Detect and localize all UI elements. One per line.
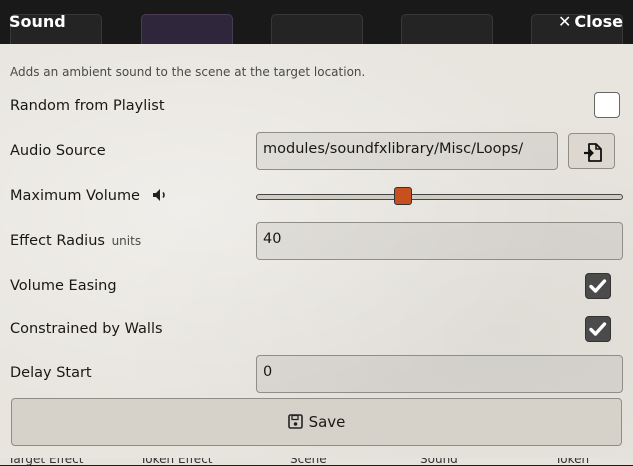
file-picker-button[interactable] — [568, 133, 615, 169]
volume-easing-checkbox[interactable] — [585, 273, 611, 299]
close-button[interactable]: ✕ Close — [558, 12, 623, 31]
checkmark-icon — [589, 279, 607, 293]
window-titlebar[interactable]: Sound ✕ Close — [0, 0, 633, 44]
save-button[interactable]: Save — [11, 398, 622, 446]
sound-form: Adds an ambient sound to the scene at th… — [0, 44, 633, 458]
delay-start-label: Delay Start — [10, 365, 92, 381]
form-hint: Adds an ambient sound to the scene at th… — [10, 65, 366, 79]
close-icon: ✕ — [558, 12, 572, 31]
close-label: Close — [574, 12, 623, 31]
delay-start-input[interactable]: 0 — [256, 355, 623, 393]
window-title: Sound — [9, 12, 66, 31]
effect-radius-units: units — [111, 234, 142, 248]
constrained-walls-label: Constrained by Walls — [10, 321, 163, 337]
maximum-volume-text: Maximum Volume — [10, 188, 140, 204]
save-icon — [287, 414, 303, 429]
volume-slider-track[interactable] — [256, 194, 623, 200]
volume-slider-handle[interactable] — [393, 187, 412, 205]
audio-source-input[interactable]: modules/soundfxlibrary/Misc/Loops/ — [256, 132, 558, 170]
effect-radius-text: Effect Radius — [10, 233, 105, 249]
constrained-walls-checkbox[interactable] — [585, 316, 611, 342]
volume-easing-label: Volume Easing — [10, 278, 117, 294]
effect-radius-input[interactable]: 40 — [256, 222, 623, 260]
maximum-volume-label: Maximum Volume — [10, 188, 168, 204]
checkmark-icon — [589, 322, 607, 336]
volume-icon — [152, 189, 165, 201]
sound-config-window: Sound ✕ Close Adds an ambient sound to th… — [0, 0, 633, 458]
audio-source-label: Audio Source — [10, 143, 106, 159]
random-playlist-checkbox[interactable] — [594, 92, 620, 118]
random-playlist-label: Random from Playlist — [10, 98, 165, 114]
save-label: Save — [308, 413, 346, 431]
file-import-icon — [584, 143, 602, 162]
effect-radius-label: Effect Radius units — [10, 233, 141, 249]
